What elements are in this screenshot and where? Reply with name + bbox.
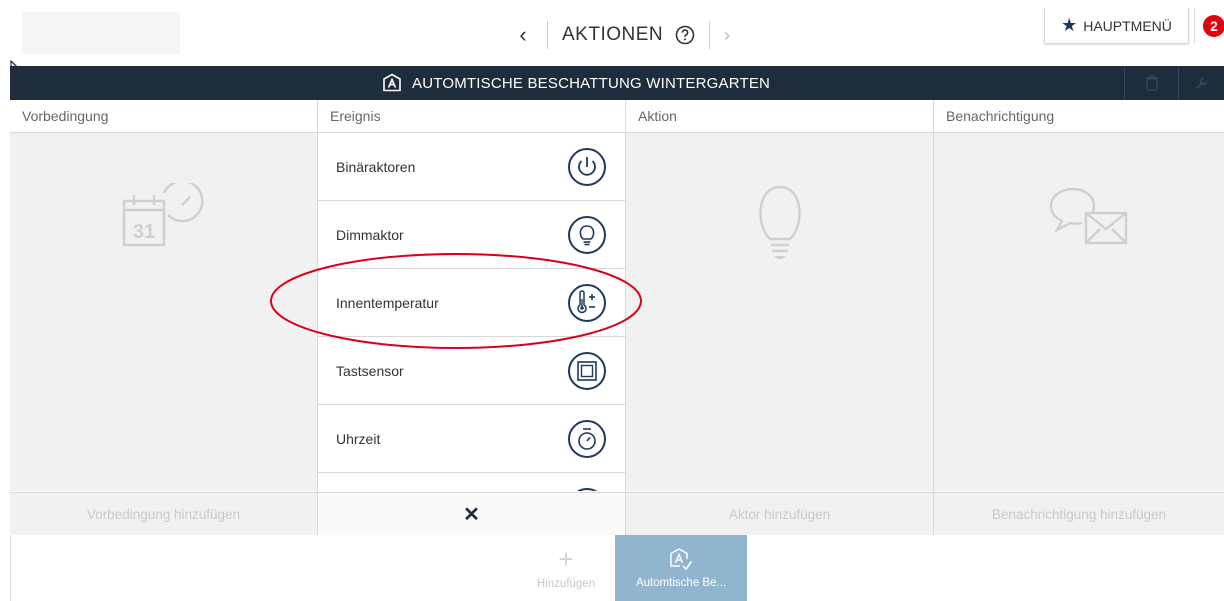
event-item-partial[interactable] bbox=[318, 473, 625, 491]
notifications-button[interactable]: 2 bbox=[1194, 8, 1224, 44]
add-rule-label: Hinzufügen bbox=[536, 578, 596, 590]
plus-icon: + bbox=[558, 544, 574, 574]
main-menu-button[interactable]: ★ HAUPTMENÜ bbox=[1044, 8, 1189, 44]
nav-divider bbox=[547, 21, 548, 49]
rule-title: AUTOMTISCHE BESCHATTUNG WINTERGARTEN bbox=[382, 66, 770, 100]
rule-tab-label: Automtische Be... bbox=[635, 577, 727, 589]
add-rule-button[interactable]: + Hinzufügen bbox=[521, 535, 611, 601]
power-icon bbox=[568, 148, 606, 186]
main-menu-label: HAUPTMENÜ bbox=[1083, 17, 1172, 34]
close-event-list-button[interactable]: ✕ bbox=[318, 492, 625, 535]
notification-badge: 2 bbox=[1203, 15, 1224, 37]
help-icon[interactable] bbox=[675, 25, 695, 45]
event-item-uhrzeit[interactable]: Uhrzeit bbox=[318, 405, 625, 473]
top-bar: ‹ AKTIONEN › ★ HAUPTMENÜ 2 bbox=[0, 0, 1224, 66]
stopwatch-icon bbox=[568, 420, 606, 458]
bulb-icon bbox=[568, 216, 606, 254]
page-title: AKTIONEN bbox=[562, 24, 664, 45]
star-icon: ★ bbox=[1061, 15, 1078, 35]
event-item-label: Binäraktoren bbox=[336, 158, 416, 175]
add-notification-button[interactable]: Benachrichtigung hinzufügen bbox=[934, 492, 1224, 535]
action-area bbox=[626, 133, 933, 491]
add-precondition-button[interactable]: Vorbedingung hinzufügen bbox=[10, 492, 317, 535]
message-envelope-icon bbox=[1049, 187, 1128, 245]
event-header: Ereignis bbox=[318, 100, 625, 133]
rules-tab-bar: + Hinzufügen Automtische Be... bbox=[10, 535, 1224, 601]
notification-header: Benachrichtigung bbox=[934, 100, 1224, 133]
automation-icon bbox=[383, 73, 401, 92]
event-item-label: Tastsensor bbox=[336, 362, 404, 379]
lightbulb-icon bbox=[759, 185, 801, 259]
button-sensor-icon bbox=[568, 352, 606, 390]
calendar-clock-icon: 31 bbox=[122, 183, 204, 247]
rule-header: AUTOMTISCHE BESCHATTUNG WINTERGARTEN bbox=[10, 66, 1224, 100]
logo-placeholder bbox=[22, 12, 180, 54]
precondition-header: Vorbedingung bbox=[10, 100, 317, 133]
notification-area bbox=[934, 133, 1224, 491]
delete-rule-button[interactable] bbox=[1124, 66, 1179, 100]
event-icon bbox=[576, 488, 598, 491]
highlight-ellipse bbox=[270, 253, 642, 349]
trash-icon bbox=[1145, 75, 1159, 91]
rule-tab-active[interactable]: Automtische Be... bbox=[615, 535, 747, 601]
event-item-binaeraktoren[interactable]: Binäraktoren bbox=[318, 133, 625, 201]
add-actor-button[interactable]: Aktor hinzufügen bbox=[626, 492, 933, 535]
event-item-label: Uhrzeit bbox=[336, 430, 381, 447]
next-page-button[interactable]: › bbox=[724, 25, 730, 46]
previous-page-button[interactable]: ‹ bbox=[509, 22, 537, 48]
nav-divider bbox=[709, 21, 711, 49]
automation-check-icon bbox=[670, 548, 693, 571]
action-column: Aktion Aktor hinzufügen bbox=[626, 100, 934, 535]
svg-text:31: 31 bbox=[133, 221, 155, 243]
rule-settings-button[interactable] bbox=[1178, 66, 1224, 100]
wrench-icon bbox=[1196, 77, 1208, 89]
page-navigation: ‹ AKTIONEN › bbox=[509, 18, 730, 52]
action-header: Aktion bbox=[626, 100, 933, 133]
notification-column: Benachrichtigung Benachrichtigung hinzuf… bbox=[934, 100, 1224, 535]
rule-title-text: AUTOMTISCHE BESCHATTUNG WINTERGARTEN bbox=[412, 74, 771, 92]
event-item-label: Dimmaktor bbox=[336, 226, 404, 243]
